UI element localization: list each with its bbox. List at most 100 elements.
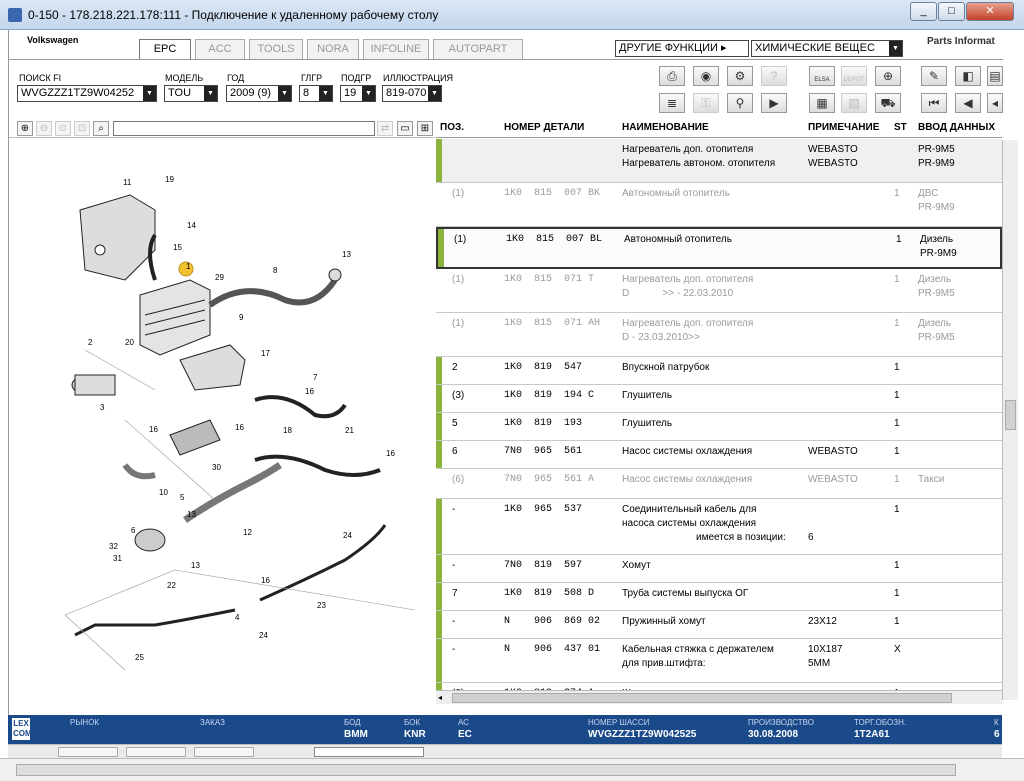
table-row[interactable]: (3) 1K0 819 194 C Глушитель 1 (436, 385, 1002, 413)
callout-label[interactable]: 13 (191, 561, 200, 570)
table-row[interactable]: 5 1K0 819 193 Глушитель 1 (436, 413, 1002, 441)
zoom-fit-icon[interactable]: ⊙ (55, 121, 71, 136)
depot-icon[interactable]: DEPOT (841, 66, 867, 86)
col-name[interactable]: НАИМЕНОВАНИЕ (622, 122, 709, 133)
key-icon[interactable]: ⚿ (693, 93, 719, 113)
list-icon[interactable]: ≣ (659, 93, 685, 113)
table-row[interactable]: (1) 1K0 815 007 BL Автономный отопитель 1 Ди… (436, 227, 1002, 269)
callout-label[interactable]: 24 (259, 631, 268, 640)
car-tool-icon[interactable]: ⚙ (727, 66, 753, 86)
scrollbar-thumb[interactable] (16, 764, 956, 776)
main-group-select[interactable]: 8 ▼ (299, 85, 333, 102)
cart-icon[interactable]: ⛟ (875, 93, 901, 113)
table-row[interactable]: 6 7N0 965 561 Насос системы охлаждения WEBA… (436, 441, 1002, 469)
table-row[interactable]: - N 906 869 02 Пружинный хомут 23X12 1 (436, 611, 1002, 639)
parts-illustration[interactable]: 11 1914151298132 2091737161816 211630161051… (5, 140, 425, 680)
pin-icon[interactable]: ✎ (921, 66, 947, 86)
tab-autopart[interactable]: AUTOPART (433, 39, 523, 59)
callout-label[interactable]: 1 (186, 262, 191, 271)
callout-label[interactable]: 18 (283, 426, 292, 435)
task-button-active[interactable] (314, 747, 424, 757)
table-row[interactable]: 2 1K0 819 547 Впускной патрубок 1 (436, 357, 1002, 385)
col-input[interactable]: ВВОД ДАННЫХ (918, 122, 995, 133)
col-part-number[interactable]: НОМЕР ДЕТАЛИ (504, 122, 584, 133)
col-pos[interactable]: ПОЗ. (440, 122, 464, 133)
callout-label[interactable]: 25 (135, 653, 144, 662)
callout-label[interactable]: 4 (235, 613, 240, 622)
callout-label[interactable]: 31 (113, 554, 122, 563)
callout-label[interactable]: 8 (273, 266, 278, 275)
callout-label[interactable]: 20 (125, 338, 134, 347)
col-st[interactable]: ST (894, 122, 907, 133)
model-select[interactable]: TOU ▼ (164, 85, 218, 102)
close-button[interactable]: ✕ (966, 2, 1014, 21)
callout-label[interactable]: 3 (100, 403, 105, 412)
callout-label[interactable]: 23 (317, 601, 326, 610)
elsa-icon[interactable]: ELSA (809, 66, 835, 86)
copy-icon[interactable]: ⇄ (377, 121, 393, 136)
callout-label[interactable]: 13 (187, 510, 196, 519)
callout-label[interactable]: 13 (342, 250, 351, 259)
minimize-button[interactable]: _ (910, 2, 937, 21)
table-group-header[interactable]: Нагреватель доп. отопителя Нагреватель ав… (436, 139, 1002, 183)
table-row[interactable]: 7 1K0 819 508 D Труба системы выпуска ОГ 1 (436, 583, 1002, 611)
callout-label[interactable]: 29 (215, 273, 224, 282)
callout-label[interactable]: 21 (345, 426, 354, 435)
cart-add-icon[interactable]: ⊕ (875, 66, 901, 86)
fi-search-select[interactable]: WVGZZZ1TZ9W04252 ▼ (17, 85, 157, 102)
callout-label[interactable]: 14 (187, 221, 196, 230)
callout-label[interactable]: 5 (180, 493, 185, 502)
task-button[interactable] (58, 747, 118, 757)
illustration-select[interactable]: 819-070 ▼ (382, 85, 442, 102)
callout-label[interactable]: 17 (261, 349, 270, 358)
table-row[interactable]: (6) 7N0 965 561 A Насос системы охлаждения… (436, 469, 1002, 499)
rdp-horizontal-scrollbar[interactable] (0, 758, 1024, 781)
callout-label[interactable]: 15 (173, 243, 182, 252)
print-icon[interactable]: ⎙ (659, 66, 685, 86)
callout-label[interactable]: 6 (131, 526, 136, 535)
play-icon[interactable]: ▶ (761, 93, 787, 113)
callout-label[interactable]: 32 (109, 542, 118, 551)
split-icon[interactable]: ⊞ (417, 121, 433, 136)
tab-acc[interactable]: ACC (195, 39, 245, 59)
list-next-icon[interactable]: ▤ (987, 66, 1003, 86)
table-row[interactable]: - 1K0 965 537 Соединительный кабель для нас… (436, 499, 1002, 555)
callout-label[interactable]: 12 (243, 528, 252, 537)
disk-icon[interactable]: ◉ (693, 66, 719, 86)
prev-icon[interactable]: ◀ (955, 93, 981, 113)
callout-label[interactable]: 10 (159, 488, 168, 497)
image-search-input[interactable] (113, 121, 375, 136)
tab-tools[interactable]: TOOLS (249, 39, 303, 59)
tab-infoline[interactable]: INFOLINE (363, 39, 429, 59)
other-functions-button[interactable]: ДРУГИЕ ФУНКЦИИ ▸ (615, 40, 749, 57)
year-select[interactable]: 2009 (9) ▼ (226, 85, 292, 102)
table-row[interactable]: - 7N0 819 597 Хомут 1 (436, 555, 1002, 583)
callout-label[interactable]: 24 (343, 531, 352, 540)
table-row[interactable]: (1) 1K0 815 007 BK Автономный отопитель 1 ДВ… (436, 183, 1002, 227)
callout-label[interactable]: 16 (261, 576, 270, 585)
table-horizontal-scrollbar[interactable]: ◂ (436, 690, 1002, 704)
maximize-button[interactable]: □ (938, 2, 965, 21)
device-icon[interactable]: ▦ (809, 93, 835, 113)
scrollbar-thumb[interactable] (1005, 400, 1016, 430)
help-icon[interactable]: ? (761, 66, 787, 86)
col-note[interactable]: ПРИМЕЧАНИЕ (808, 122, 879, 133)
zoom-reset-icon[interactable]: ⊡ (74, 121, 90, 136)
callout-label[interactable]: 7 (313, 373, 318, 382)
callout-label[interactable]: 11 (123, 178, 132, 187)
layout-icon[interactable]: ▭ (397, 121, 413, 136)
table-row[interactable]: (1) 1K0 815 071 AH Нагреватель доп. отопит… (436, 313, 1002, 357)
tab-nora[interactable]: NORA (307, 39, 359, 59)
callout-label[interactable]: 16 (149, 425, 158, 434)
callout-label[interactable]: 16 (235, 423, 244, 432)
list-prev-icon[interactable]: ◧ (955, 66, 981, 86)
callout-label[interactable]: 30 (212, 463, 221, 472)
callout-label[interactable]: 19 (165, 175, 174, 184)
other-functions-select[interactable]: ХИМИЧЕСКИЕ ВЕЩЕС ▼ (751, 40, 903, 57)
sub-group-select[interactable]: 19 ▼ (340, 85, 376, 102)
table-row[interactable]: - N 906 437 01 Кабельная стяжка с держател… (436, 639, 1002, 683)
back-icon[interactable]: ◂ (987, 93, 1003, 113)
table-row[interactable]: (8)1K0 819 374 AШ1 (436, 683, 1002, 690)
callout-label[interactable]: 9 (239, 313, 244, 322)
table-row[interactable]: (1) 1K0 815 071 T Нагреватель доп. отопите… (436, 269, 1002, 313)
